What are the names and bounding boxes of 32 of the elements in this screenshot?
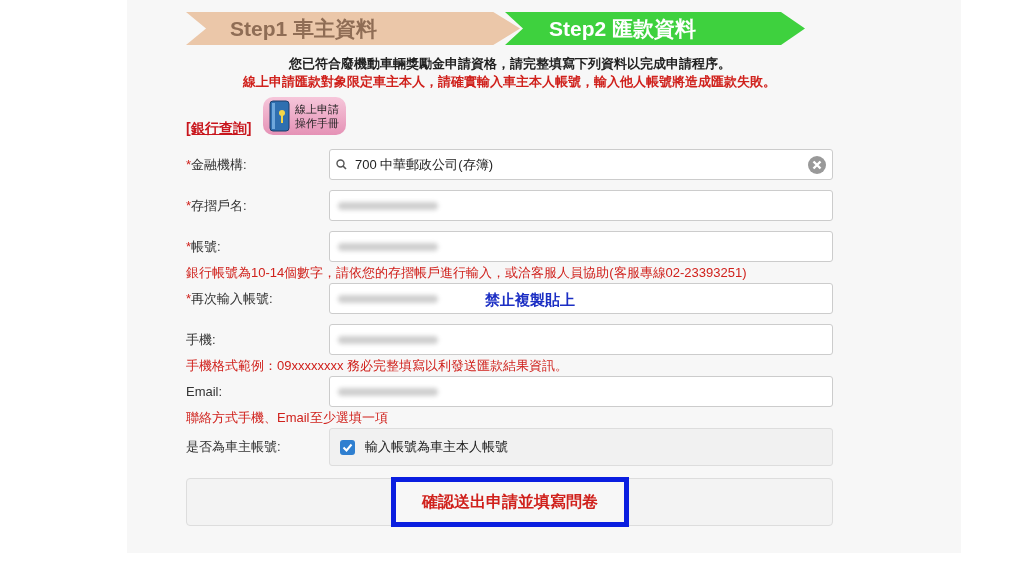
checkbox-label: 輸入帳號為車主本人帳號 <box>365 438 508 457</box>
required-mark: * <box>186 197 192 213</box>
manual-button[interactable]: 線上申請操作手冊 <box>263 97 347 135</box>
required-mark: * <box>186 238 192 254</box>
field-label: 金融機構: <box>191 156 247 172</box>
hint-text: 手機格式範例：09xxxxxxxx 務必完整填寫以利發送匯款結果資訊。 <box>186 358 570 374</box>
search-icon <box>336 159 347 170</box>
field-label: 再次輸入帳號: <box>191 290 273 306</box>
bank-search-field[interactable]: 700 中華郵政公司(存簿) <box>329 149 833 180</box>
warning-text: 線上申請匯款對象限定車主本人，請確實輸入車主本人帳號，輸入他人帳號將造成匯款失敗。 <box>242 73 777 91</box>
hint-text: 銀行帳號為10-14個數字，請依您的存摺帳戶進行輸入，或洽客服人員協助(客服專線02-23393251) <box>186 265 748 281</box>
book-icon <box>269 100 292 132</box>
clear-icon[interactable] <box>808 155 826 174</box>
input-field[interactable] <box>329 231 833 262</box>
annotation-text: 禁止複製貼上 <box>485 290 575 310</box>
field-label: 是否為車主帳號: <box>186 439 281 455</box>
required-mark: * <box>186 290 192 306</box>
submit-button[interactable]: 確認送出申請並填寫問卷 <box>390 477 629 527</box>
input-field[interactable] <box>329 376 833 407</box>
checkbox[interactable] <box>340 439 355 455</box>
input-field[interactable]: 禁止複製貼上 <box>329 283 833 314</box>
notice-text: 您已符合廢機動車輛獎勵金申請資格，請完整填寫下列資料以完成申請程序。 <box>287 55 732 73</box>
field-value: 700 中華郵政公司(存簿) <box>355 155 494 174</box>
field-label: 存摺戶名: <box>191 197 247 213</box>
hint-text: 聯絡方式手機、Email至少選填一項 <box>186 410 389 426</box>
field-label: 手機: <box>186 331 216 347</box>
required-mark: * <box>186 156 192 172</box>
field-label: 帳號: <box>191 238 221 254</box>
field-label: Email: <box>186 383 223 399</box>
input-field[interactable] <box>329 324 833 355</box>
bank-query-link[interactable]: [銀行查詢] <box>186 118 252 139</box>
input-field[interactable] <box>329 190 833 221</box>
